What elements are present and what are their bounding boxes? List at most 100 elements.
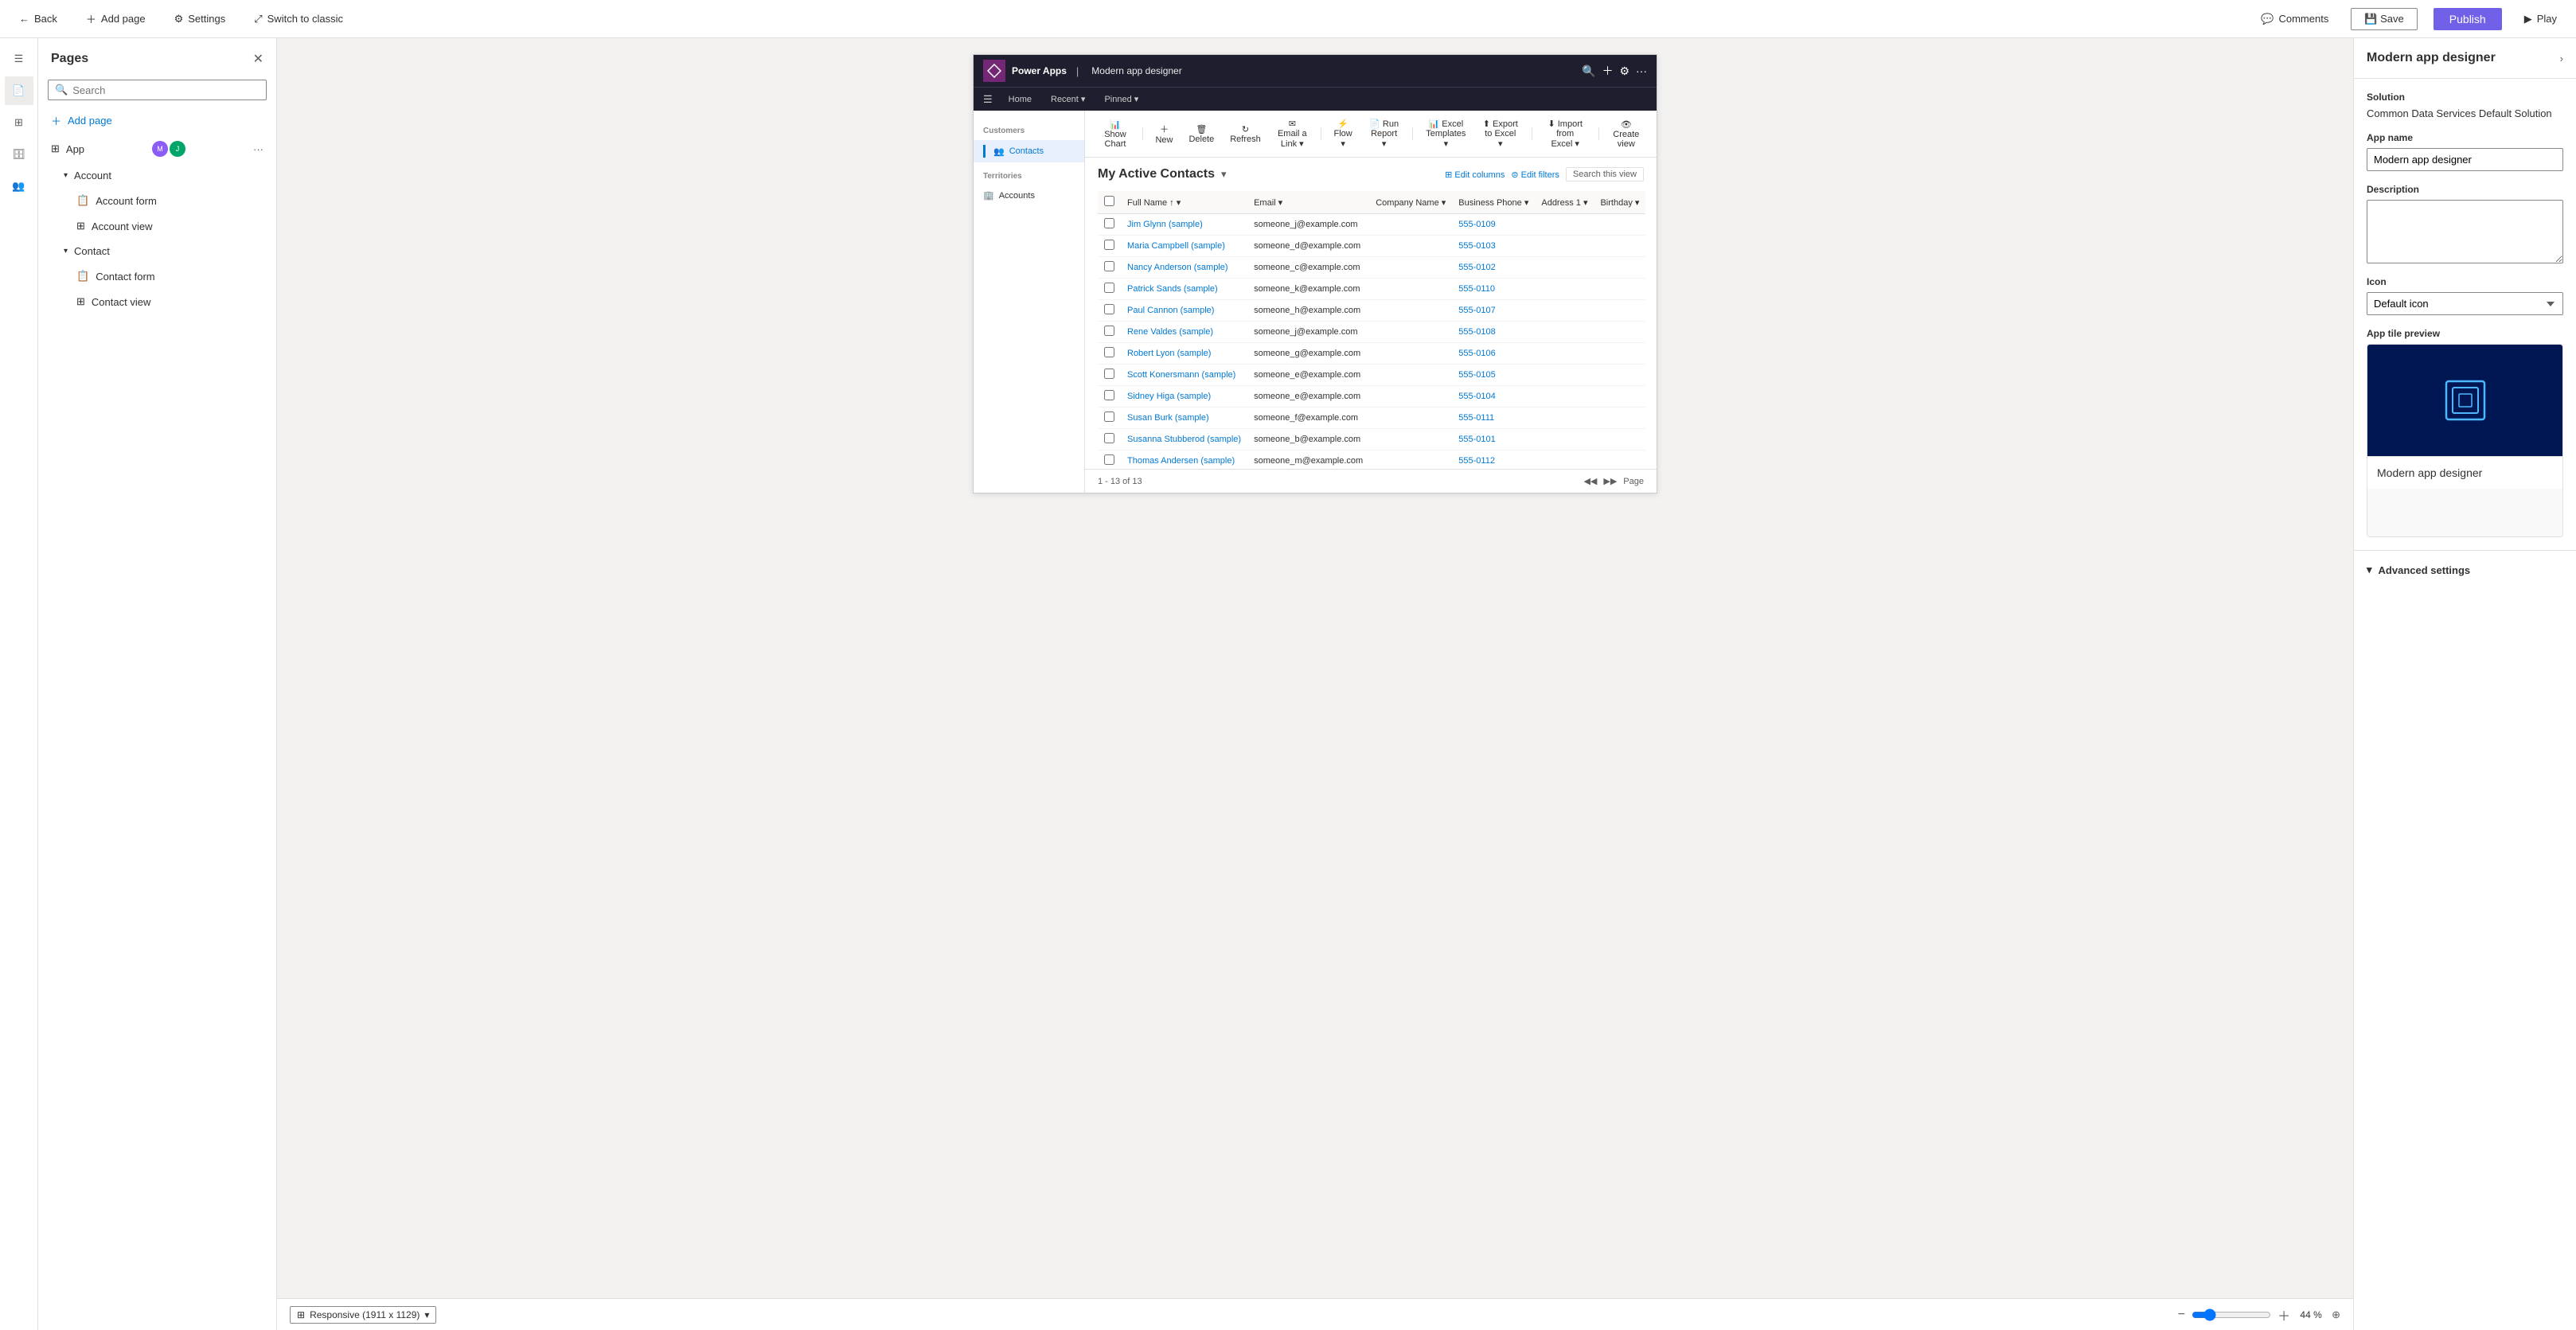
play-button[interactable]: ▶ Play xyxy=(2518,10,2563,29)
edit-columns-btn[interactable]: ⊞ Edit columns xyxy=(1445,170,1505,180)
edit-filters-btn[interactable]: ⊜ Edit filters xyxy=(1511,170,1559,180)
row-checkbox-11[interactable] xyxy=(1104,454,1114,465)
add-page-button[interactable]: ＋ Add page xyxy=(80,8,152,29)
table-cell-2-1[interactable]: someone_c@example.com xyxy=(1247,257,1369,279)
row-checkbox-0[interactable] xyxy=(1104,218,1114,228)
add-page-nav-button[interactable]: ＋ Add page xyxy=(38,107,276,135)
table-row[interactable]: Rene Valdes (sample)someone_j@example.co… xyxy=(1098,322,1645,343)
crm-export-excel-btn[interactable]: ⬆ Export to Excel ▾ xyxy=(1476,115,1525,152)
table-cell-7-0[interactable]: Scott Konersmann (sample) xyxy=(1121,365,1247,386)
crm-new-btn[interactable]: ＋ New xyxy=(1149,119,1179,148)
table-cell-6-0[interactable]: Robert Lyon (sample) xyxy=(1121,343,1247,365)
icon-select[interactable]: Default icon xyxy=(2367,292,2563,315)
crm-refresh-btn[interactable]: ↻ Refresh xyxy=(1224,121,1267,147)
crm-flow-btn[interactable]: ⚡ Flow ▾ xyxy=(1327,115,1359,152)
col-fullname[interactable]: Full Name ↑ ▾ xyxy=(1121,191,1247,214)
search-box[interactable]: 🔍 xyxy=(48,80,267,100)
data-icon[interactable]: 🗄 xyxy=(5,140,33,169)
table-cell-6-1[interactable]: someone_g@example.com xyxy=(1247,343,1369,365)
table-row[interactable]: Nancy Anderson (sample)someone_c@example… xyxy=(1098,257,1645,279)
components-icon[interactable]: ⊞ xyxy=(5,108,33,137)
table-row[interactable]: Susan Burk (sample)someone_f@example.com… xyxy=(1098,408,1645,429)
next-page-btn[interactable]: ▶▶ xyxy=(1603,476,1617,486)
row-checkbox-6[interactable] xyxy=(1104,347,1114,357)
table-cell-2-0[interactable]: Nancy Anderson (sample) xyxy=(1121,257,1247,279)
table-cell-3-1[interactable]: someone_k@example.com xyxy=(1247,279,1369,300)
table-cell-8-1[interactable]: someone_e@example.com xyxy=(1247,386,1369,408)
nav-item-account-form[interactable]: 📋 Account form xyxy=(38,188,276,213)
col-email[interactable]: Email ▾ xyxy=(1247,191,1369,214)
col-checkbox[interactable] xyxy=(1098,191,1121,214)
search-input[interactable] xyxy=(72,84,260,96)
canvas-scroll[interactable]: Power Apps | Modern app designer 🔍 ＋ ⚙ ·… xyxy=(277,38,2353,1298)
save-button[interactable]: 💾 Save xyxy=(2351,8,2417,30)
table-row[interactable]: Susanna Stubberod (sample)someone_b@exam… xyxy=(1098,429,1645,450)
crm-search-icon[interactable]: 🔍 xyxy=(1582,64,1595,78)
crm-add-icon[interactable]: ＋ xyxy=(1602,63,1613,79)
fit-to-screen-button[interactable]: ⊕ xyxy=(2332,1309,2340,1321)
crm-nav-home[interactable]: Home xyxy=(1005,88,1035,111)
table-row[interactable]: Jim Glynn (sample)someone_j@example.com5… xyxy=(1098,214,1645,236)
table-row[interactable]: Patrick Sands (sample)someone_k@example.… xyxy=(1098,279,1645,300)
table-cell-9-0[interactable]: Susan Burk (sample) xyxy=(1121,408,1247,429)
crm-show-chart-btn[interactable]: 📊 Show Chart xyxy=(1095,116,1136,152)
zoom-in-button[interactable]: ＋ xyxy=(2277,1305,2290,1324)
crm-import-excel-btn[interactable]: ⬇ Import from Excel ▾ xyxy=(1538,115,1592,152)
crm-nav-pinned[interactable]: Pinned ▾ xyxy=(1101,88,1142,111)
prev-page-btn[interactable]: ◀◀ xyxy=(1583,476,1597,486)
table-cell-1-1[interactable]: someone_d@example.com xyxy=(1247,236,1369,257)
col-phone[interactable]: Business Phone ▾ xyxy=(1452,191,1535,214)
table-row[interactable]: Maria Campbell (sample)someone_d@example… xyxy=(1098,236,1645,257)
responsive-selector[interactable]: ⊞ Responsive (1911 x 1129) ▾ xyxy=(290,1306,436,1324)
row-checkbox-3[interactable] xyxy=(1104,283,1114,293)
nav-item-contact[interactable]: ▾ Contact xyxy=(38,239,276,263)
table-cell-4-1[interactable]: someone_h@example.com xyxy=(1247,300,1369,322)
table-row[interactable]: Sidney Higa (sample)someone_e@example.co… xyxy=(1098,386,1645,408)
col-address[interactable]: Address 1 ▾ xyxy=(1535,191,1594,214)
back-button[interactable]: ← Back xyxy=(13,10,64,28)
table-cell-0-1[interactable]: someone_j@example.com xyxy=(1247,214,1369,236)
table-cell-1-0[interactable]: Maria Campbell (sample) xyxy=(1121,236,1247,257)
crm-nav-recent[interactable]: Recent ▾ xyxy=(1048,88,1088,111)
col-birthday[interactable]: Birthday ▾ xyxy=(1594,191,1645,214)
row-checkbox-9[interactable] xyxy=(1104,411,1114,422)
table-cell-11-0[interactable]: Thomas Andersen (sample) xyxy=(1121,450,1247,470)
pages-close-button[interactable]: ✕ xyxy=(253,51,263,67)
zoom-out-button[interactable]: − xyxy=(2178,1308,2185,1322)
crm-sidebar-contacts[interactable]: 👥 Contacts xyxy=(974,140,1084,162)
comments-button[interactable]: 💬 Comments xyxy=(2254,10,2335,29)
app-name-input[interactable] xyxy=(2367,148,2563,171)
people-icon[interactable]: 👥 xyxy=(5,172,33,201)
row-checkbox-2[interactable] xyxy=(1104,261,1114,271)
pages-icon[interactable]: 📄 xyxy=(5,76,33,105)
settings-button[interactable]: ⚙ Settings xyxy=(168,10,232,29)
crm-create-view-btn[interactable]: 👁 Create view xyxy=(1606,116,1647,152)
table-row[interactable]: Paul Cannon (sample)someone_h@example.co… xyxy=(1098,300,1645,322)
col-company[interactable]: Company Name ▾ xyxy=(1369,191,1452,214)
contact-chevron[interactable]: ▾ xyxy=(64,247,68,255)
crm-more-icon[interactable]: ··· xyxy=(1636,64,1647,77)
table-cell-11-1[interactable]: someone_m@example.com xyxy=(1247,450,1369,470)
table-row[interactable]: Scott Konersmann (sample)someone_e@examp… xyxy=(1098,365,1645,386)
crm-hamburger[interactable]: ☰ xyxy=(983,93,993,106)
zoom-slider[interactable] xyxy=(2192,1309,2271,1321)
table-cell-5-0[interactable]: Rene Valdes (sample) xyxy=(1121,322,1247,343)
table-cell-4-0[interactable]: Paul Cannon (sample) xyxy=(1121,300,1247,322)
crm-filter-icon[interactable]: ⚙ xyxy=(1619,64,1630,78)
row-checkbox-7[interactable] xyxy=(1104,369,1114,379)
app-more-button[interactable]: ··· xyxy=(253,143,263,155)
row-checkbox-5[interactable] xyxy=(1104,326,1114,336)
crm-email-btn[interactable]: ✉ Email a Link ▾ xyxy=(1270,115,1314,152)
nav-item-contact-view[interactable]: ⊞ Contact view xyxy=(38,289,276,314)
table-cell-3-0[interactable]: Patrick Sands (sample) xyxy=(1121,279,1247,300)
nav-item-contact-form[interactable]: 📋 Contact form xyxy=(38,263,276,289)
advanced-settings-section[interactable]: ▾ Advanced settings xyxy=(2354,550,2576,589)
crm-excel-templates-btn[interactable]: 📊 Excel Templates ▾ xyxy=(1419,115,1473,152)
table-cell-10-0[interactable]: Susanna Stubberod (sample) xyxy=(1121,429,1247,450)
table-cell-10-1[interactable]: someone_b@example.com xyxy=(1247,429,1369,450)
table-row[interactable]: Thomas Andersen (sample)someone_m@exampl… xyxy=(1098,450,1645,470)
crm-run-report-btn[interactable]: 📄 Run Report ▾ xyxy=(1362,115,1407,152)
crm-sidebar-accounts[interactable]: 🏢 Accounts xyxy=(974,185,1084,205)
right-panel-close-button[interactable]: › xyxy=(2560,53,2563,64)
row-checkbox-1[interactable] xyxy=(1104,240,1114,250)
